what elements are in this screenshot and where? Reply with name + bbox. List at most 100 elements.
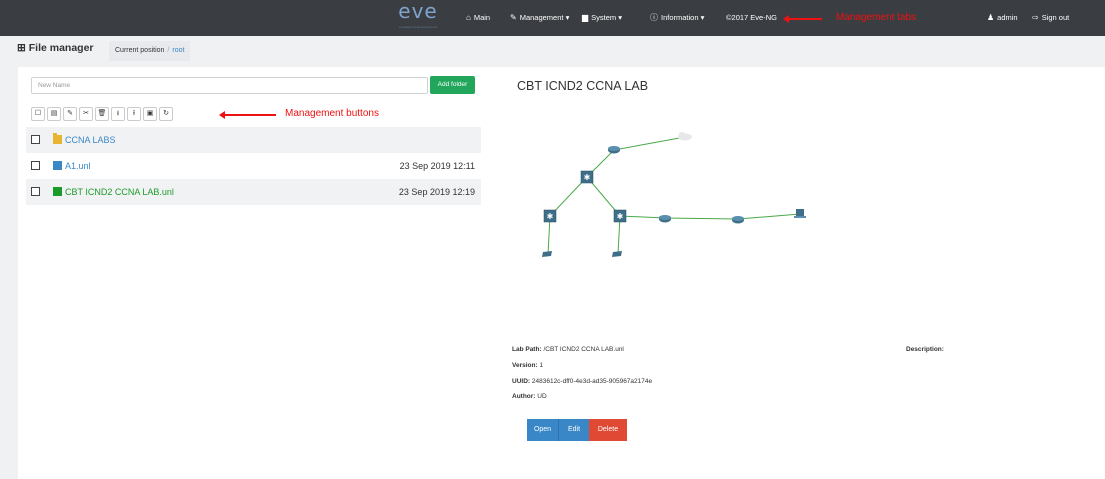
svg-text:✱: ✱ <box>617 212 624 221</box>
lab-topology-preview: ✱ ✱ ✱ <box>542 132 806 257</box>
nav-management-label: Management ▾ <box>519 13 570 22</box>
wrench-icon: ✎ <box>510 13 517 22</box>
open-button[interactable]: Open <box>527 419 558 441</box>
sign-out-icon: ⇨ <box>1032 13 1039 22</box>
rename-button[interactable]: ✎ <box>63 107 77 121</box>
file-link[interactable]: A1.unl <box>65 153 91 179</box>
import-icon: ⭱ <box>132 110 136 117</box>
delete-lab-button[interactable]: Delete <box>589 419 627 441</box>
router-icon <box>659 215 671 223</box>
breadcrumb-separator: / <box>167 47 170 54</box>
cut-scissors-icon: ✂ <box>83 110 89 117</box>
refresh-icon: ↻ <box>163 110 169 117</box>
logo-subtitle: emulated virtual environment <box>398 25 438 29</box>
new-file-button[interactable]: ▤ <box>47 107 61 121</box>
logo-text: eve <box>398 0 438 23</box>
nav-information[interactable]: ⓘ Information ▾ <box>650 0 704 36</box>
row-checkbox[interactable] <box>31 187 40 196</box>
pc-icon <box>542 251 552 257</box>
edit-button[interactable]: Edit <box>558 419 589 441</box>
info-icon: ⓘ <box>650 13 658 22</box>
author-value: UD <box>537 393 547 400</box>
version-label: Version: <box>512 362 538 369</box>
home-icon: ⌂ <box>466 13 471 22</box>
page-title-text: File manager <box>28 42 94 54</box>
user-icon: ♟ <box>987 13 995 22</box>
uuid-label: UUID: <box>512 378 531 385</box>
folder-link[interactable]: CCNA LABS <box>65 127 116 153</box>
nav-information-label: Information ▾ <box>661 13 705 22</box>
management-buttons-arrow <box>219 111 276 118</box>
switch-icon: ✱ <box>613 209 627 223</box>
uuid-info: UUID: 2483612c-dff0-4e3d-ad35-905967a217… <box>512 378 652 385</box>
nav-signout[interactable]: ⇨ Sign out <box>1032 0 1069 36</box>
delete-button[interactable]: 🗑 <box>95 107 109 121</box>
save-icon: ▣ <box>146 110 154 117</box>
server-icon <box>794 209 806 218</box>
list-item[interactable]: A1.unl 23 Sep 2019 12:11 <box>26 153 481 179</box>
cloud-icon <box>678 132 692 141</box>
export-button[interactable]: ⭳ <box>111 107 125 121</box>
file-icon <box>53 187 62 196</box>
breadcrumb-root-link[interactable]: root <box>172 47 184 54</box>
select-all-icon: ☐ <box>34 110 42 117</box>
row-checkbox[interactable] <box>31 135 40 144</box>
nav-main[interactable]: ⌂ Main <box>466 0 490 36</box>
book-icon: ▆ <box>582 13 589 22</box>
switch-icon: ✱ <box>580 170 594 184</box>
list-item[interactable]: CCNA LABS <box>26 127 481 153</box>
nav-user[interactable]: ♟ admin <box>987 0 1018 36</box>
lab-path-value: /CBT ICND2 CCNA LAB.unl <box>543 346 624 353</box>
breadcrumb-label: Current position <box>115 47 165 54</box>
pc-icon <box>612 251 622 257</box>
management-tabs-annotation: Management tabs <box>836 12 917 23</box>
switch-icon: ✱ <box>543 209 557 223</box>
cut-button[interactable]: ✂ <box>79 107 93 121</box>
save-button[interactable]: ▣ <box>143 107 157 121</box>
eve-logo[interactable]: eve emulated virtual environment <box>392 0 444 31</box>
refresh-button[interactable]: ↻ <box>159 107 173 121</box>
add-folder-button[interactable]: Add folder <box>430 76 475 94</box>
delete-trash-icon: 🗑 <box>97 110 107 117</box>
svg-text:✱: ✱ <box>584 173 591 182</box>
folder-icon <box>53 133 62 144</box>
rename-pencil-icon: ✎ <box>67 110 73 117</box>
management-buttons-annotation: Management buttons <box>285 108 379 119</box>
nav-user-label: admin <box>997 13 1018 22</box>
nav-system[interactable]: ▆ System ▾ <box>582 0 622 36</box>
nav-management[interactable]: ✎ Management ▾ <box>510 0 569 36</box>
management-tabs-arrow <box>783 15 822 22</box>
row-checkbox[interactable] <box>31 161 40 170</box>
author-label: Author: <box>512 393 536 400</box>
topology-links <box>547 136 801 255</box>
nav-main-label: Main <box>473 13 491 22</box>
export-icon: ⭳ <box>116 110 120 117</box>
row-date: 23 Sep 2019 12:19 <box>398 187 475 197</box>
nav-copyright[interactable]: ©2017 Eve-NG <box>726 0 777 36</box>
list-item[interactable]: CBT ICND2 CCNA LAB.unl 23 Sep 2019 12:19 <box>26 179 481 205</box>
author-info: Author: UD <box>512 393 547 400</box>
version-value: 1 <box>539 362 544 369</box>
router-icon <box>608 146 620 154</box>
file-link-selected[interactable]: CBT ICND2 CCNA LAB.unl <box>65 179 174 205</box>
new-folder-name-input[interactable] <box>31 77 428 94</box>
router-icon <box>732 216 744 224</box>
import-button[interactable]: ⭱ <box>127 107 141 121</box>
lab-path-info: Lab Path: /CBT ICND2 CCNA LAB.unl <box>512 346 624 353</box>
uuid-value: 2483612c-dff0-4e3d-ad35-905967a2174e <box>531 378 653 385</box>
breadcrumb: Current position / root <box>109 41 191 61</box>
lab-path-label: Lab Path: <box>512 346 542 353</box>
page-title: ⊞ File manager <box>17 42 94 54</box>
description-label: Description: <box>906 346 944 353</box>
file-icon <box>53 161 62 170</box>
sitemap-icon: ⊞ <box>17 42 26 54</box>
lab-preview-title: CBT ICND2 CCNA LAB <box>517 79 649 93</box>
version-info: Version: 1 <box>512 362 543 369</box>
select-all-button[interactable]: ☐ <box>31 107 45 121</box>
top-navbar: eve emulated virtual environment ⌂ Main ✎… <box>0 0 1105 36</box>
row-date: 23 Sep 2019 12:11 <box>399 161 475 171</box>
nav-system-label: System ▾ <box>591 13 623 22</box>
new-file-icon: ▤ <box>50 110 58 117</box>
nav-signout-label: Sign out <box>1041 13 1070 22</box>
svg-text:✱: ✱ <box>547 212 554 221</box>
